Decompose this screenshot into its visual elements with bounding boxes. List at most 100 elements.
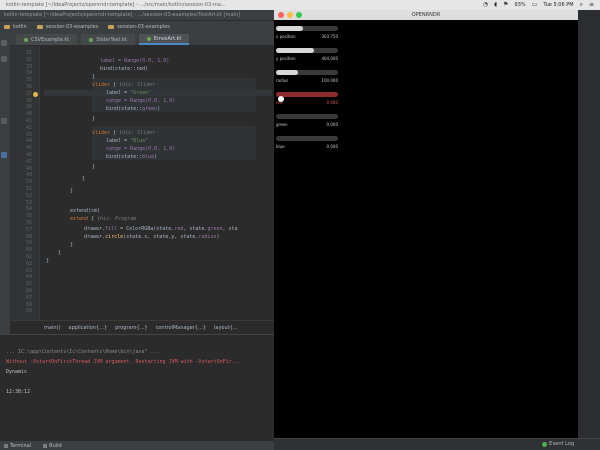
mouse-cursor-icon (278, 96, 284, 102)
terminal-button[interactable]: Terminal (4, 443, 31, 449)
code-line-current: label = "Green" (44, 90, 272, 96)
slider-blue[interactable]: blue 0.000 (276, 134, 340, 156)
code-breadcrumbs: main() application{...} program{...} con… (10, 320, 274, 334)
line-number: 53 (25, 199, 32, 206)
code-line: } (46, 258, 50, 264)
slider-value: 0.000 (326, 144, 338, 149)
line-number: 36 (25, 84, 32, 90)
line-number: 59 (25, 240, 32, 247)
tab-slider-test[interactable]: SliderTest.kt (81, 34, 135, 45)
code-line: extend { this: Program (70, 216, 137, 222)
line-number: 57 (25, 226, 32, 233)
desktop-background (578, 10, 600, 450)
menu-icon[interactable]: ≡ (589, 0, 594, 10)
slider-fill (276, 26, 303, 31)
nav-crumb-module[interactable]: session-03-examples (36, 24, 98, 30)
line-number: 65 (25, 281, 32, 288)
kotlin-file-icon (146, 36, 151, 41)
line-number: 52 (25, 192, 32, 199)
slider-panel: x position 303.750 y position 404.000 radius… (276, 24, 340, 156)
search-icon[interactable]: ⌕ (580, 0, 583, 10)
line-number: 46 (25, 152, 32, 158)
code-line: slider { this: Slider (92, 82, 156, 88)
bookmark-marker-icon[interactable] (1, 152, 7, 158)
console-line: ... IC:\app\Contents\Ic\Contents\Home\bi… (6, 349, 160, 355)
battery-icon[interactable]: ▭ (532, 0, 538, 10)
battery-percent: 93% (514, 2, 526, 8)
code-line: extend(cm) (70, 208, 101, 214)
breadcrumb-layout[interactable]: layout{... (214, 325, 238, 331)
line-number: 40 (25, 111, 32, 118)
breadcrumb-application[interactable]: application{...} (68, 325, 107, 331)
line-number: 37 (25, 90, 32, 97)
menubar: kotlin-template [~/IdeaProjects/openrndr… (0, 0, 600, 10)
code-line: bind(state::blue) (106, 154, 158, 160)
ide-bottom-strip: Event Log (274, 438, 600, 450)
slider-red[interactable]: red 0.000 (276, 90, 340, 112)
code-editor[interactable]: 31 32 33 34 35 36 37 38 39 40 41 42 43 44 45 46 47 48 49 50… (10, 46, 274, 320)
breadcrumb-control-manager[interactable]: controlManager{...} (156, 325, 206, 331)
nav-crumb-package[interactable]: session-03-examples (108, 24, 170, 30)
slider-value: 100.000 (321, 78, 338, 83)
breadcrumb-program[interactable]: program{...} (115, 325, 147, 331)
wifi-icon[interactable]: ◔ (483, 0, 488, 10)
flag-icon[interactable]: ⚑ (503, 0, 508, 10)
slider-y-position[interactable]: y position 404.000 (276, 46, 340, 68)
code-line: } (92, 116, 96, 122)
code-line: } (92, 74, 96, 80)
slider-track[interactable] (276, 136, 338, 141)
ide-navbar: kotlin session-03-examples session-03-ex… (0, 20, 274, 32)
slider-track[interactable] (276, 92, 338, 97)
slider-x-position[interactable]: x position 303.750 (276, 24, 340, 46)
code-line: range = Range(0.0, 1.0) (106, 98, 176, 104)
slider-track[interactable] (276, 114, 338, 119)
line-number: 32 (25, 56, 32, 63)
openrndr-window: OPENRNDR x position 303.750 y position 404.… (274, 10, 578, 438)
slider-label: blue (276, 144, 285, 149)
line-number: 64 (25, 274, 32, 281)
build-button[interactable]: Build (43, 443, 62, 449)
favorites-tool-icon[interactable] (1, 118, 7, 124)
code-line: label = Range(0.0, 1.0) (100, 58, 170, 64)
event-log-icon (542, 441, 548, 447)
event-log-button[interactable]: Event Log (542, 441, 574, 447)
code-area[interactable]: label = Range(0.0, 1.0) bind(state::red)… (44, 46, 272, 320)
structure-tool-icon[interactable] (1, 56, 7, 62)
ide-window: kotlin-template [~/IdeaProjects/openrndr… (0, 10, 274, 450)
slider-radius[interactable]: radius 100.000 (276, 68, 340, 90)
line-number: 54 (25, 206, 32, 213)
line-number: 42 (25, 124, 32, 131)
ide-statusbar: Terminal Build (0, 440, 274, 450)
line-number: 66 (25, 288, 32, 294)
lightbulb-icon[interactable] (33, 92, 38, 97)
slider-label: x position (276, 34, 296, 39)
close-icon[interactable] (278, 12, 284, 18)
tab-csv-example[interactable]: CSVExample.kt (16, 34, 78, 45)
slider-label: radius (276, 78, 289, 83)
project-tool-icon[interactable] (1, 40, 7, 46)
slider-fill (276, 70, 298, 75)
volume-icon[interactable]: ◖ (494, 0, 497, 10)
maximize-icon[interactable] (296, 12, 302, 18)
slider-label: green (276, 122, 288, 127)
minimize-icon[interactable] (287, 12, 293, 18)
tab-emos-art[interactable]: EmosArt.kt (138, 34, 190, 45)
slider-label: y position (276, 56, 296, 61)
slider-value: 303.750 (321, 34, 338, 39)
code-line: bind(state::green) (106, 106, 161, 112)
slider-value: 404.000 (321, 56, 338, 61)
code-line: } (58, 250, 62, 256)
line-number: 60 (25, 247, 32, 254)
slider-value: 0.000 (326, 122, 338, 127)
line-number: 55 (25, 213, 32, 220)
folder-icon (36, 24, 43, 29)
line-number: 47 (25, 158, 32, 165)
menubar-status: ◔ ◖ ⚑ 93% ▭ Tue 5:06 PM ⌕ ≡ (483, 0, 594, 10)
slider-green[interactable]: green 0.000 (276, 112, 340, 134)
menubar-clock[interactable]: Tue 5:06 PM (543, 0, 573, 10)
run-console[interactable]: ... IC:\app\Contents\Ic\Contents\Home\bi… (0, 334, 274, 440)
nav-crumb-root[interactable]: kotlin (4, 24, 27, 30)
openrndr-title: OPENRNDR (411, 12, 441, 18)
line-number: 49 (25, 172, 32, 179)
breadcrumb-main[interactable]: main() (44, 325, 60, 331)
